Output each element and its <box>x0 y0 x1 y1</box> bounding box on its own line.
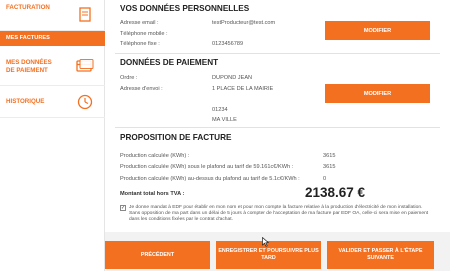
card-icon <box>65 46 105 85</box>
invoice-row-label: Production calculée (KWh) au-dessus du p… <box>120 176 300 182</box>
section-title-invoice: PROPOSITION DE FACTURE <box>120 133 232 142</box>
city-value: MA VILLE <box>212 117 237 123</box>
postcode-value: 01234 <box>212 107 228 113</box>
mobile-label: Téléphone mobile : <box>120 31 168 37</box>
order-label: Ordre : <box>120 75 138 81</box>
section-title-payment: DONNÉES DE PAIEMENT <box>120 58 219 67</box>
divider <box>115 53 440 54</box>
address-label: Adresse d'envoi : <box>120 86 163 92</box>
sidebar-item-mes-factures[interactable]: MES FACTURES <box>0 31 105 46</box>
divider <box>115 127 440 128</box>
modify-payment-button[interactable]: MODIFIER <box>325 84 430 103</box>
address-line1: 1 PLACE DE LA MAIRIE <box>212 86 274 92</box>
sidebar-item-historique[interactable]: HISTORIQUE <box>0 86 105 118</box>
mandate-checkbox[interactable]: ✓ <box>120 205 126 211</box>
order-value: DUPOND JEAN <box>212 75 253 81</box>
sidebar-item-label: HISTORIQUE <box>6 98 45 105</box>
sidebar: FACTURATION MES FACTURES MES DONNÉES DE … <box>0 0 105 271</box>
phone-label: Téléphone fixe : <box>120 41 160 47</box>
email-value: testProducteur@test.com <box>212 20 276 26</box>
mandate-text: Je donne mandat à EDF pour établir en mo… <box>129 205 429 222</box>
clock-icon <box>65 86 105 117</box>
total-value: 2138.67 € <box>305 185 366 200</box>
invoice-icon <box>65 0 105 30</box>
modify-personal-button[interactable]: MODIFIER <box>325 21 430 40</box>
mouse-cursor-icon <box>262 234 270 252</box>
invoice-row-value: 3615 <box>323 153 336 159</box>
sidebar-item-label: MES DONNÉES DE PAIEMENT <box>6 59 52 74</box>
invoice-row-label: Production calculée (KWh) sous le plafon… <box>120 164 294 170</box>
email-label: Adresse email : <box>120 20 159 26</box>
validate-next-button[interactable]: VALIDER ET PASSER À L'ÉTAPE SUIVANTE <box>327 241 434 269</box>
sidebar-item-label: FACTURATION <box>6 4 50 11</box>
invoice-row-label: Production calculée (KWh) : <box>120 153 190 159</box>
sidebar-item-payment-data[interactable]: MES DONNÉES DE PAIEMENT <box>0 46 105 86</box>
sidebar-item-facturation[interactable]: FACTURATION <box>0 0 105 31</box>
invoice-row-value: 0 <box>323 176 327 182</box>
previous-button[interactable]: PRÉCÉDENT <box>105 241 210 269</box>
sidebar-sub-label: MES FACTURES <box>6 35 50 41</box>
main-panel: VOS DONNÉES PERSONNELLES Adresse email :… <box>105 0 450 232</box>
total-label: Montant total hors TVA : <box>120 191 185 197</box>
section-title-personal: VOS DONNÉES PERSONNELLES <box>120 4 250 13</box>
phone-value: 0123456789 <box>212 41 244 47</box>
invoice-row-value: 3615 <box>323 164 336 170</box>
